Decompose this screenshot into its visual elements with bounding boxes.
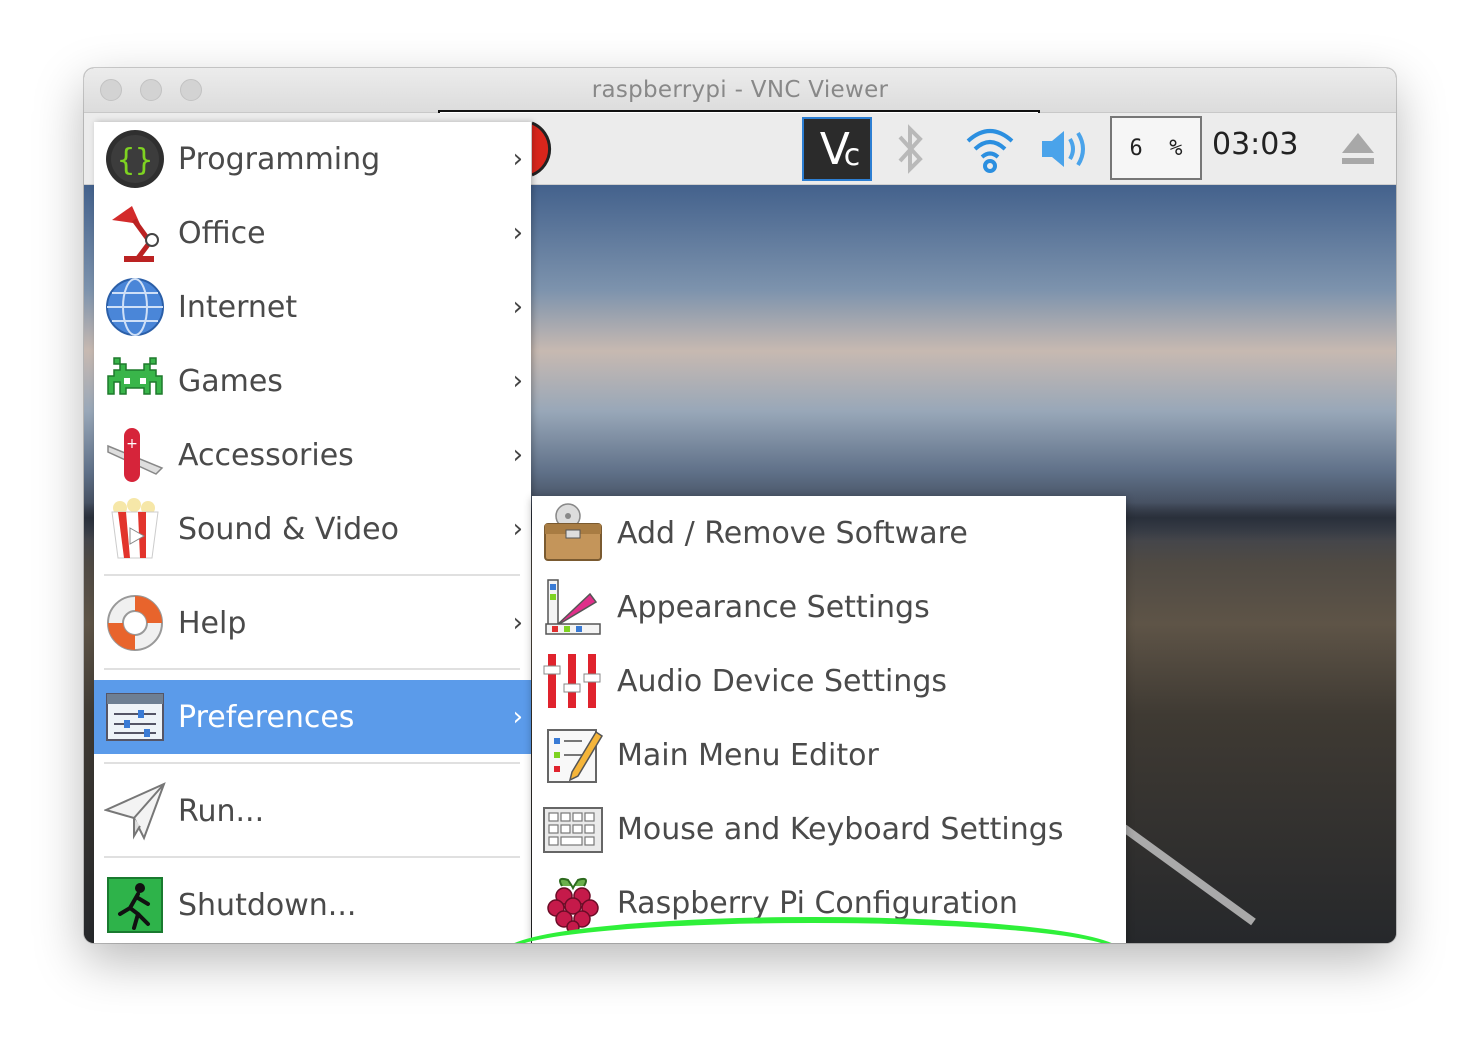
menu-item-sound-video[interactable]: Sound & Video › bbox=[94, 492, 531, 566]
submenu-item-label: Raspberry Pi Configuration bbox=[617, 885, 1018, 921]
lifebuoy-icon bbox=[107, 595, 163, 651]
menu-item-games[interactable]: Games › bbox=[94, 344, 531, 418]
menu-item-label: Programming bbox=[178, 141, 381, 177]
vnc-server-icon[interactable]: Vc bbox=[802, 117, 872, 181]
menu-item-label: Sound & Video bbox=[178, 511, 399, 547]
cpu-monitor[interactable]: 6 % bbox=[1110, 116, 1202, 180]
submenu-item-label: Appearance Settings bbox=[617, 589, 930, 625]
submenu-item-main-menu-editor[interactable]: Main Menu Editor bbox=[532, 718, 1126, 792]
app-menu-icon[interactable] bbox=[532, 119, 562, 179]
submenu-item-label: Mouse and Keyboard Settings bbox=[617, 811, 1064, 847]
pocket-knife-icon: + bbox=[107, 428, 164, 482]
chevron-right-icon: › bbox=[512, 440, 523, 470]
menu-item-label: Preferences bbox=[178, 699, 355, 735]
submenu-item-add-remove-software[interactable]: Add / Remove Software bbox=[532, 496, 1126, 570]
menu-separator bbox=[104, 574, 520, 576]
chevron-right-icon: › bbox=[512, 366, 523, 396]
menu-item-programming[interactable]: {} Programming › bbox=[94, 122, 531, 196]
palette-icon bbox=[545, 579, 601, 635]
menu-item-label: Run... bbox=[178, 793, 265, 829]
volume-icon[interactable] bbox=[1038, 125, 1092, 173]
bluetooth-icon[interactable] bbox=[892, 123, 928, 177]
wifi-icon[interactable] bbox=[964, 125, 1016, 175]
remote-screen: Vc 6 % 03:03 {} Programming › Office › I… bbox=[84, 113, 1396, 943]
programming-icon: {} bbox=[106, 130, 164, 188]
menu-item-run[interactable]: Run... bbox=[94, 774, 531, 848]
submenu-item-mouse-keyboard-settings[interactable]: Mouse and Keyboard Settings bbox=[532, 792, 1126, 866]
road-marking bbox=[1121, 824, 1256, 926]
chevron-right-icon: › bbox=[512, 702, 523, 732]
preferences-icon bbox=[106, 693, 164, 741]
menu-item-office[interactable]: Office › bbox=[94, 196, 531, 270]
menu-item-internet[interactable]: Internet › bbox=[94, 270, 531, 344]
menu-item-label: Office bbox=[178, 215, 266, 251]
paper-plane-icon bbox=[104, 782, 166, 841]
chevron-right-icon: › bbox=[512, 608, 523, 638]
window-title: raspberrypi - VNC Viewer bbox=[591, 77, 889, 103]
exit-icon bbox=[107, 877, 163, 933]
submenu-item-label: Main Menu Editor bbox=[617, 737, 879, 773]
audio-sliders-icon bbox=[543, 654, 601, 708]
chevron-right-icon: › bbox=[512, 144, 523, 174]
submenu-item-label: Add / Remove Software bbox=[617, 515, 968, 551]
software-box-icon bbox=[544, 503, 602, 561]
menu-item-label: Accessories bbox=[178, 437, 354, 473]
chevron-right-icon: › bbox=[512, 218, 523, 248]
chevron-right-icon: › bbox=[512, 514, 523, 544]
keyboard-icon bbox=[543, 807, 603, 853]
menu-item-preferences[interactable]: Preferences › bbox=[94, 680, 531, 754]
vnc-viewer-window: raspberrypi - VNC Viewer Vc 6 % 03:03 {}… bbox=[84, 68, 1396, 943]
menu-item-label: Help bbox=[178, 605, 247, 641]
menu-item-label: Shutdown... bbox=[178, 887, 357, 923]
space-invader-icon bbox=[107, 357, 163, 395]
office-lamp-icon bbox=[112, 206, 159, 262]
globe-icon bbox=[106, 278, 164, 336]
menu-item-help[interactable]: Help › bbox=[94, 586, 531, 660]
menu-item-label: Internet bbox=[178, 289, 298, 325]
menu-separator bbox=[104, 762, 520, 764]
chevron-right-icon: › bbox=[512, 292, 523, 322]
svg-text:{}: {} bbox=[117, 143, 153, 178]
menu-item-accessories[interactable]: + Accessories › bbox=[94, 418, 531, 492]
clock[interactable]: 03:03 bbox=[1212, 127, 1298, 162]
cpu-unit: % bbox=[1169, 135, 1183, 161]
svg-text:+: + bbox=[126, 436, 138, 452]
submenu-item-appearance-settings[interactable]: Appearance Settings bbox=[532, 570, 1126, 644]
eject-icon[interactable] bbox=[1340, 131, 1376, 167]
title-bar: raspberrypi - VNC Viewer bbox=[84, 68, 1396, 113]
menu-separator bbox=[104, 856, 520, 858]
menu-item-shutdown[interactable]: Shutdown... bbox=[94, 868, 531, 942]
menu-item-label: Games bbox=[178, 363, 283, 399]
menu-editor-icon bbox=[547, 729, 604, 783]
menu-separator bbox=[104, 668, 520, 670]
popcorn-icon bbox=[111, 498, 159, 559]
cpu-value: 6 bbox=[1129, 135, 1143, 161]
submenu-item-audio-device-settings[interactable]: Audio Device Settings bbox=[532, 644, 1126, 718]
submenu-item-label: Audio Device Settings bbox=[617, 663, 947, 699]
preferences-submenu: Add / Remove Software Appearance Setting… bbox=[532, 496, 1126, 943]
main-menu: {} Programming › Office › Internet › Gam… bbox=[94, 122, 531, 943]
raspberry-icon bbox=[547, 877, 599, 934]
submenu-item-raspberry-pi-configuration[interactable]: Raspberry Pi Configuration bbox=[532, 866, 1126, 940]
